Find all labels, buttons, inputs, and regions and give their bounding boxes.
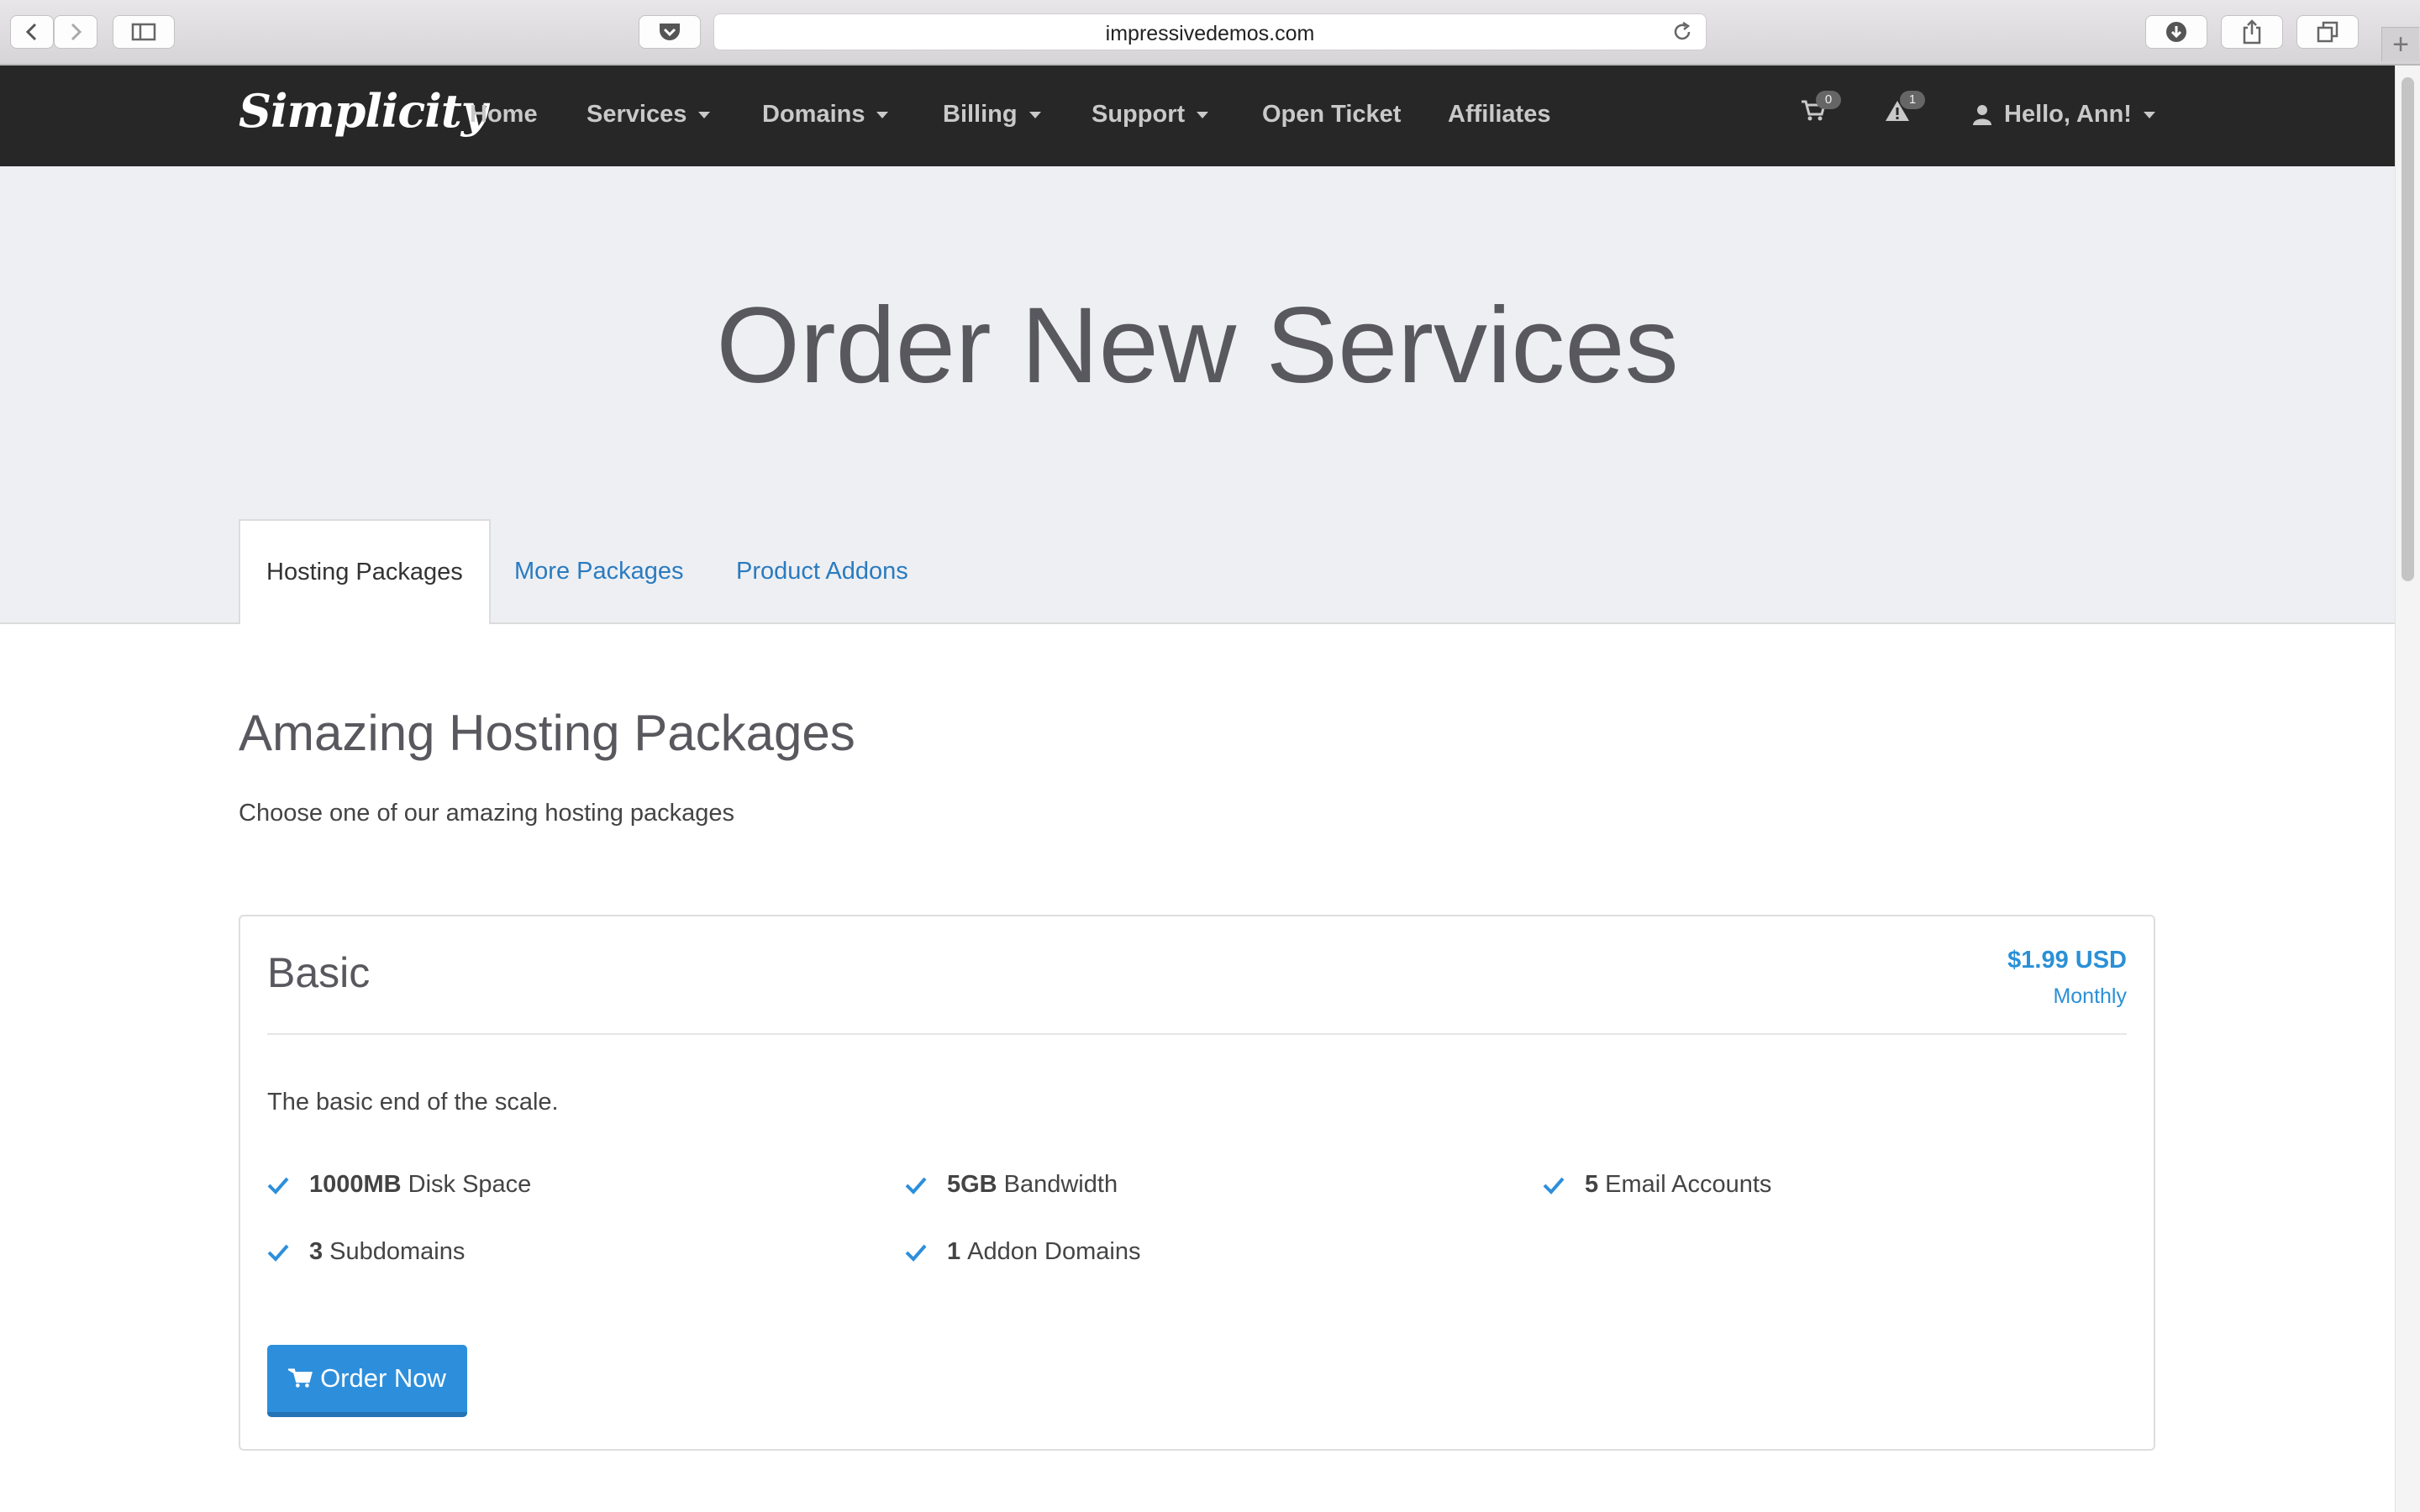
site-logo[interactable]: Simplicity bbox=[239, 84, 487, 138]
reload-icon[interactable] bbox=[1670, 20, 1694, 44]
nav-label: Open Ticket bbox=[1262, 101, 1402, 128]
caret-down-icon bbox=[1197, 111, 1209, 118]
caret-down-icon bbox=[1028, 111, 1041, 118]
nav-label: Services bbox=[587, 101, 687, 128]
tab-product-addons[interactable]: Product Addons bbox=[736, 519, 908, 624]
user-menu[interactable]: Hello, Ann! bbox=[1972, 101, 2155, 129]
package-description: The basic end of the scale. bbox=[267, 1089, 559, 1116]
divider bbox=[267, 1033, 2127, 1035]
site-navbar: Simplicity Home Services Domains Billing… bbox=[0, 66, 2395, 166]
tab-hosting-packages[interactable]: Hosting Packages bbox=[239, 519, 491, 624]
package-name: Basic bbox=[267, 949, 371, 996]
user-greeting: Hello, Ann! bbox=[2004, 101, 2132, 128]
cart-button[interactable]: 0 bbox=[1801, 91, 1841, 127]
nav-home[interactable]: Home bbox=[470, 101, 538, 129]
downloads-button[interactable] bbox=[2145, 15, 2207, 49]
tab-more-packages[interactable]: More Packages bbox=[514, 519, 684, 624]
nav-support[interactable]: Support bbox=[1092, 101, 1209, 129]
feature-item: 1 Addon Domains bbox=[905, 1238, 1140, 1266]
feature-value: 5GB bbox=[947, 1171, 997, 1198]
check-icon bbox=[267, 1244, 289, 1262]
feature-value: 5 bbox=[1585, 1171, 1599, 1198]
nav-label: Home bbox=[470, 101, 538, 128]
package-card: Basic $1.99 USD Monthly The basic end of… bbox=[239, 915, 2155, 1451]
back-button[interactable] bbox=[10, 15, 54, 49]
download-icon bbox=[2166, 22, 2186, 42]
caret-down-icon bbox=[698, 111, 711, 118]
nav-label: Affiliates bbox=[1448, 101, 1551, 128]
pocket-icon bbox=[660, 24, 680, 40]
nav-services[interactable]: Services bbox=[587, 101, 711, 129]
feature-value: 1000MB bbox=[309, 1171, 402, 1198]
nav-label: Support bbox=[1092, 101, 1186, 128]
chevron-left-icon bbox=[25, 23, 37, 41]
check-icon bbox=[1543, 1177, 1565, 1194]
caret-down-icon bbox=[2143, 111, 2155, 118]
feature-label: Email Accounts bbox=[1605, 1171, 1772, 1198]
nav-affiliates[interactable]: Affiliates bbox=[1448, 101, 1550, 129]
forward-button[interactable] bbox=[54, 15, 97, 49]
check-icon bbox=[267, 1177, 289, 1194]
order-now-label: Order Now bbox=[320, 1363, 446, 1393]
pocket-button[interactable] bbox=[639, 15, 701, 49]
cart-icon bbox=[288, 1368, 313, 1388]
tabs-overview-button[interactable] bbox=[2296, 15, 2359, 49]
check-icon bbox=[905, 1177, 927, 1194]
chevron-right-icon bbox=[71, 23, 82, 41]
page-title: Order New Services bbox=[716, 286, 1679, 406]
page-header: Order New Services Hosting Packages More… bbox=[0, 166, 2395, 624]
sidebar-icon bbox=[131, 23, 156, 41]
order-now-button[interactable]: Order Now bbox=[267, 1345, 467, 1417]
url-text: impressivedemos.com bbox=[1105, 22, 1315, 45]
feature-label: Addon Domains bbox=[967, 1238, 1141, 1265]
nav-open-ticket[interactable]: Open Ticket bbox=[1262, 101, 1401, 129]
sidebar-toggle-button[interactable] bbox=[113, 15, 175, 49]
alert-count-badge: 1 bbox=[1900, 91, 1925, 109]
price-amount: $1.99 USD bbox=[2007, 947, 2127, 974]
nav-label: Domains bbox=[762, 101, 865, 128]
feature-label: Subdomains bbox=[329, 1238, 466, 1265]
section-title: Amazing Hosting Packages bbox=[239, 705, 855, 761]
nav-billing[interactable]: Billing bbox=[943, 101, 1041, 129]
share-button[interactable] bbox=[2221, 15, 2283, 49]
nav-label: Billing bbox=[943, 101, 1018, 128]
plus-icon: + bbox=[2392, 28, 2409, 60]
feature-item: 3 Subdomains bbox=[267, 1238, 465, 1266]
scrollbar-thumb[interactable] bbox=[2402, 77, 2414, 581]
share-icon bbox=[2243, 19, 2261, 45]
nav-domains[interactable]: Domains bbox=[762, 101, 889, 129]
new-tab-button[interactable]: + bbox=[2381, 27, 2419, 61]
user-icon bbox=[1973, 104, 1991, 125]
feature-item: 5 Email Accounts bbox=[1543, 1171, 1771, 1199]
cart-count-badge: 0 bbox=[1816, 91, 1841, 109]
feature-value: 1 bbox=[947, 1238, 961, 1265]
package-price: $1.99 USD Monthly bbox=[2007, 947, 2127, 1009]
billing-cycle: Monthly bbox=[2053, 984, 2127, 1008]
feature-value: 3 bbox=[309, 1238, 324, 1265]
address-bar[interactable]: impressivedemos.com bbox=[713, 13, 1707, 50]
notifications-button[interactable]: 1 bbox=[1885, 91, 1925, 127]
feature-label: Disk Space bbox=[408, 1171, 532, 1198]
feature-item: 1000MB Disk Space bbox=[267, 1171, 531, 1199]
section-subtitle: Choose one of our amazing hosting packag… bbox=[239, 800, 735, 827]
browser-toolbar: impressivedemos.com bbox=[0, 0, 2420, 66]
page-scrollbar[interactable] bbox=[2395, 66, 2420, 1512]
feature-label: Bandwidth bbox=[1003, 1171, 1118, 1198]
check-icon bbox=[905, 1244, 927, 1262]
tabs-icon bbox=[2317, 21, 2338, 43]
caret-down-icon bbox=[876, 111, 889, 118]
feature-item: 5GB Bandwidth bbox=[905, 1171, 1118, 1199]
